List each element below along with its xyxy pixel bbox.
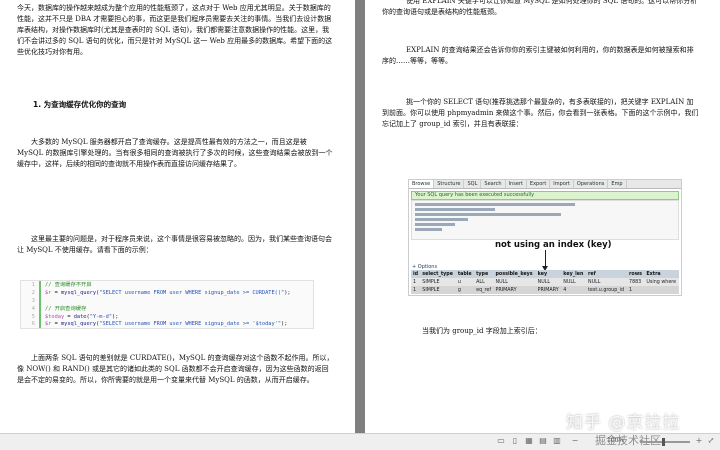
zoom-level: 100% (607, 437, 625, 444)
caching-paragraph: 大多数的 MySQL 服务器都开启了查询缓存。这是提高性最有效的方法之一，而且这… (17, 138, 333, 168)
column-header: rows (627, 270, 645, 278)
fit-page-icon[interactable]: ▭ (496, 437, 506, 445)
table-cell: 1 (627, 286, 645, 294)
table-cell: 7883 (627, 278, 645, 286)
tab-search: Search (481, 180, 506, 188)
zoom-slider-knob[interactable] (662, 438, 665, 446)
column-header: key_len (561, 270, 587, 278)
section-heading: 1. 为查询缓存优化你的查询 (33, 100, 127, 109)
pma-tab-bar: Browse Structure SQL Search Insert Expor… (409, 180, 681, 189)
table-row: 1 SIMPLE u ALL NULL NULL NULL NULL 7883 … (411, 278, 679, 286)
explain-result-table: id select_type table type possible_keys … (411, 270, 679, 294)
explain-intro-paragraph: 使用 EXPLAIN 关键字可以让你知道 MySQL 是如何处理你的 SQL 语… (382, 0, 698, 16)
column-header: Extra (644, 270, 679, 278)
table-cell: NULL (535, 278, 562, 286)
table-cell: NULL (561, 278, 587, 286)
code-line-2: 2 $r = mysql_query("SELECT username FROM … (21, 289, 313, 297)
code-line-4: 4// 开启查询缓存 (21, 305, 313, 313)
column-header: type (474, 270, 494, 278)
tab-sql: SQL (464, 180, 482, 188)
juejin-watermark: 掘金技术社区 (595, 434, 661, 447)
intro-paragraph: 今天，数据库的操作越来越成为整个应用的性能瓶颈了，这点对于 Web 应用尤其明显… (17, 4, 333, 56)
table-cell: PRIMARY (493, 286, 536, 294)
success-message: Your SQL query has been executed success… (411, 191, 679, 200)
explanation-paragraph: 上面两条 SQL 语句的差别就是 CURDATE()，MySQL 的查询缓存对这… (17, 354, 334, 384)
left-document-page: 今天，数据库的操作越来越成为整个应用的性能瓶颈了，这点对于 Web 应用尤其明显… (0, 0, 355, 449)
fullscreen-icon[interactable]: ⤢ (706, 437, 716, 445)
table-cell: 1 (411, 286, 421, 294)
column-header: select_type (420, 270, 456, 278)
table-cell: ALL (474, 278, 494, 286)
index-added-paragraph: 当我们为 group_id 字段加上索引后： (422, 327, 542, 335)
tab-operations: Operations (574, 180, 609, 188)
tab-insert: Insert (506, 180, 527, 188)
code-block-tail: 6 $r = mysql_query("SELECT username FROM … (20, 320, 314, 329)
column-header: key (535, 270, 562, 278)
table-cell: 4 (561, 286, 587, 294)
tab-export: Export (527, 180, 551, 188)
column-header: table (455, 270, 475, 278)
table-cell (644, 286, 679, 294)
table-cell: SIMPLE (420, 286, 456, 294)
problem-paragraph: 这里最主要的问题是，对于程序员来说，这个事情是很容易被忽略的。因为，我们某些查询… (17, 235, 332, 254)
tab-import: Import (550, 180, 574, 188)
explain-example-paragraph: 挑一个你的 SELECT 语句(推荐挑选那个最复杂的，有多表联接的)，把关键字 … (382, 98, 699, 128)
table-cell: NULL (493, 278, 536, 286)
table-cell: Using where (644, 278, 679, 286)
tab-browse: Browse (409, 180, 435, 188)
code-block: 1// 查询缓存不开启 2 $r = mysql_query("SELECT us… (20, 280, 314, 322)
zoom-out-icon[interactable]: − (570, 437, 580, 445)
code-line-6: 6 $r = mysql_query("SELECT username FROM … (21, 320, 313, 328)
two-page-icon[interactable]: ▯ (510, 437, 520, 445)
right-document-page: 使用 EXPLAIN 关键字可以让你知道 MySQL 是如何处理你的 SQL 语… (365, 0, 720, 449)
column-header: ref (586, 270, 628, 278)
table-cell: g (455, 286, 475, 294)
table-cell: u (455, 278, 475, 286)
table-cell: test.u.group_id (586, 286, 628, 294)
tab-empty: Emp (608, 180, 627, 188)
sql-query-box (411, 200, 679, 240)
table-cell: SIMPLE (420, 278, 456, 286)
code-line-1: 1// 查询缓存不开启 (21, 281, 313, 289)
sql-text-line (415, 223, 455, 226)
sql-text-line (415, 218, 469, 221)
zoom-slider[interactable] (640, 441, 690, 443)
grid-view-icon[interactable]: ▦ (524, 437, 534, 445)
sql-text-line (415, 228, 442, 231)
table-cell: eq_ref (474, 286, 494, 294)
table-cell: NULL (586, 278, 628, 286)
annotation-label: not using an index (key) (495, 240, 612, 250)
zhihu-watermark: 知乎 @京拉拉 (566, 413, 681, 433)
sql-text-line (415, 213, 562, 216)
sql-text-line (415, 203, 575, 206)
column-header: possible_keys (493, 270, 536, 278)
book-icon[interactable]: ▥ (552, 437, 562, 445)
read-mode-icon[interactable]: ▤ (538, 437, 548, 445)
tab-structure: Structure (434, 180, 465, 188)
explain-result-paragraph: EXPLAIN 的查询结果还会告诉你你的索引主键被如何利用的，你的数据表是如何被… (382, 46, 694, 65)
table-header-row: id select_type table type possible_keys … (411, 270, 679, 278)
table-cell: 1 (411, 278, 421, 286)
table-cell: PRIMARY (535, 286, 562, 294)
zoom-in-icon[interactable]: + (694, 437, 704, 445)
code-line-3: 3 (21, 297, 313, 305)
table-row: 1 SIMPLE g eq_ref PRIMARY PRIMARY 4 test… (411, 286, 679, 294)
column-header: id (411, 270, 421, 278)
sql-text-line (415, 208, 495, 211)
phpmyadmin-screenshot: Browse Structure SQL Search Insert Expor… (408, 179, 682, 296)
